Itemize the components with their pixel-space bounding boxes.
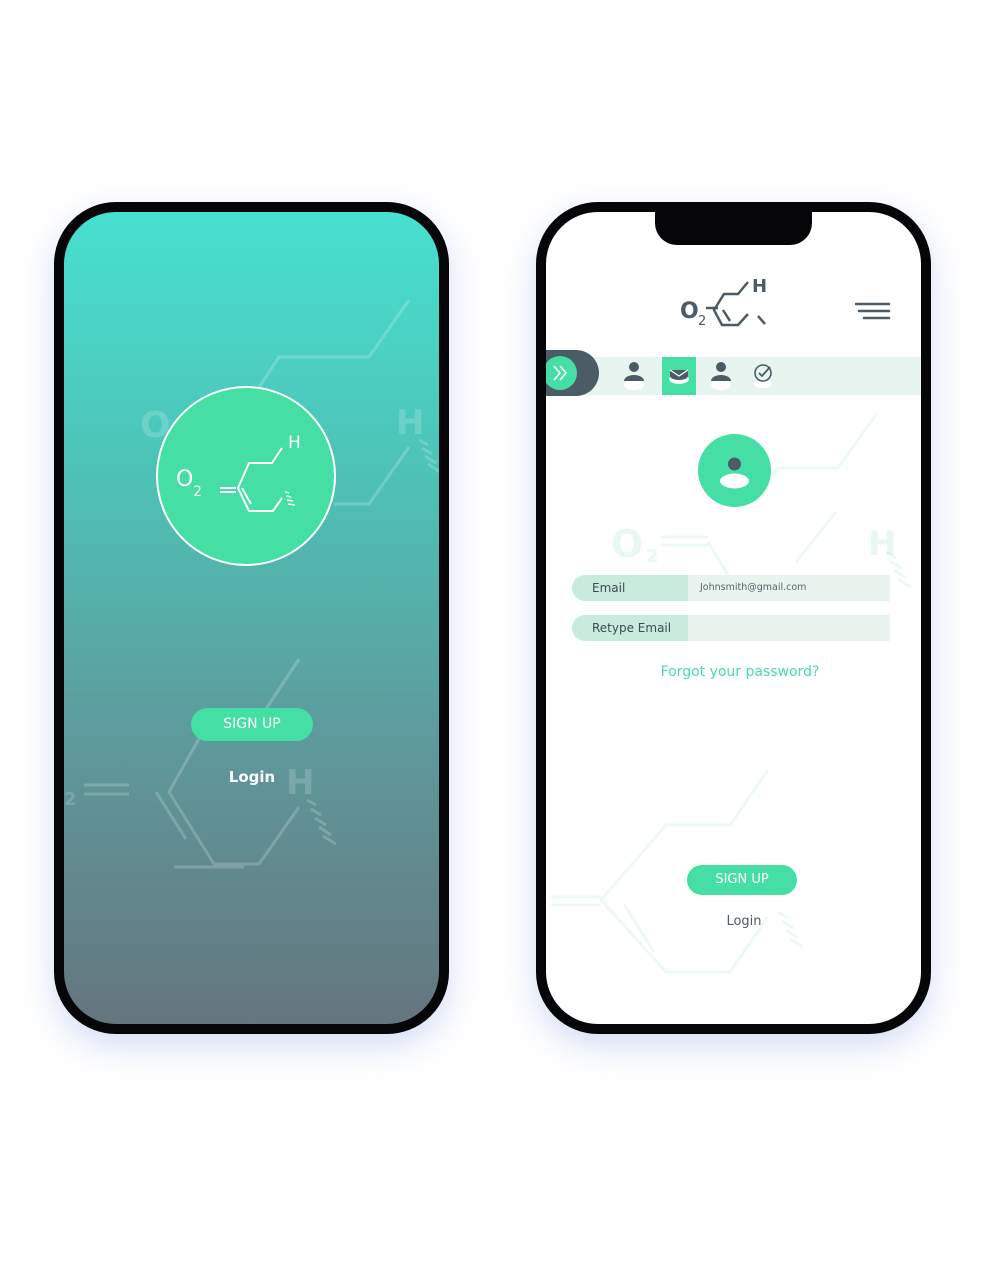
- email-field[interactable]: Johnsmith@gmail.com: [688, 575, 890, 601]
- bg-h-symbol: H: [396, 403, 424, 443]
- step-tab-profile-2[interactable]: [704, 357, 738, 395]
- splash-signup-button[interactable]: SIGN UP: [191, 708, 313, 741]
- avatar[interactable]: [698, 434, 771, 507]
- splash-login-link[interactable]: Login: [202, 768, 302, 786]
- bg-o2-subscript: 2: [64, 789, 77, 810]
- next-step-button[interactable]: [546, 356, 577, 390]
- forgot-password-link[interactable]: Forgot your password?: [640, 664, 840, 680]
- user-icon: [720, 457, 749, 489]
- retype-email-label: Retype Email: [572, 615, 688, 641]
- retype-email-field[interactable]: [688, 615, 890, 641]
- signup-button[interactable]: SIGN UP: [687, 865, 797, 895]
- logo-h-text: H: [288, 433, 301, 453]
- logo-o2-subscript: 2: [698, 314, 706, 329]
- login-link[interactable]: Login: [694, 914, 794, 929]
- check-circle-icon: [754, 364, 772, 388]
- step-tab-email[interactable]: [662, 357, 696, 395]
- bg-o2-subscript: 2: [646, 546, 659, 567]
- logo-o2-subscript: 2: [193, 484, 202, 500]
- signup-screen: O 2 H O 2 H Email Johnsmith@gmail.com Re…: [536, 202, 931, 1034]
- signup-steps-bar: [546, 357, 921, 395]
- email-label: Email: [572, 575, 688, 601]
- user-icon: [624, 362, 644, 390]
- phone-notch: [655, 212, 812, 245]
- step-tab-profile[interactable]: [617, 357, 651, 395]
- double-chevron-right-icon: [553, 365, 568, 381]
- splash-screen: O 2 H H O 2 H SIGN UP Login: [54, 202, 449, 1034]
- hamburger-icon[interactable]: [855, 302, 891, 320]
- molecule-logo-icon: O 2 H: [176, 433, 301, 512]
- step-tab-confirm[interactable]: [746, 357, 780, 395]
- app-logo-icon: O 2 H: [680, 276, 767, 329]
- user-icon: [711, 362, 731, 390]
- splash-logo-circle: O 2 H: [156, 386, 336, 566]
- bg-o2-symbol: O: [611, 522, 643, 566]
- molecule-background: O 2 H H: [64, 299, 439, 869]
- next-step-pill[interactable]: [546, 350, 599, 396]
- mail-icon: [669, 369, 689, 384]
- logo-h-text: H: [752, 276, 767, 297]
- bg-h-symbol: H: [868, 524, 896, 564]
- logo-o2-text: O: [680, 299, 699, 324]
- logo-o2-text: O: [176, 467, 193, 492]
